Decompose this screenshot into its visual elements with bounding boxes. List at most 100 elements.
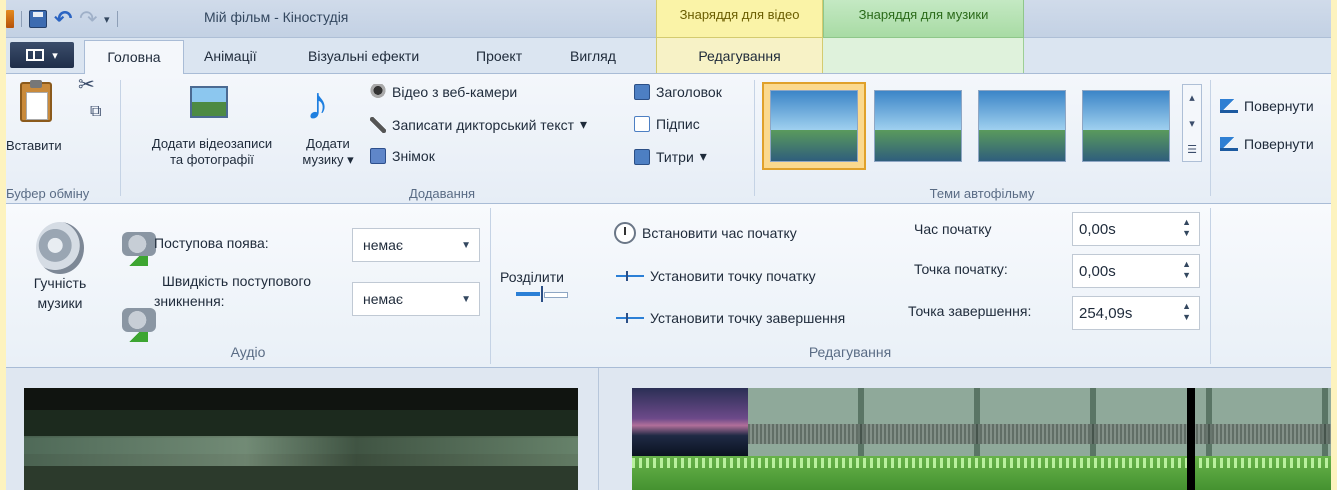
video-tools-context-header: Знаряддя для відео (656, 0, 823, 38)
start-time-field[interactable]: 0,00s ▲ ▼ (1072, 212, 1200, 246)
record-narration-label: Записати дикторський текст (392, 116, 575, 133)
rotate-left-icon (1220, 99, 1238, 113)
window-title: Мій фільм - Кіностудія (204, 9, 349, 25)
title-label: Заголовок (656, 84, 722, 100)
gallery-more-icon[interactable]: ☰ (1183, 137, 1201, 163)
fade-in-value: немає (363, 237, 404, 253)
tab-visual-effects[interactable]: Візуальні ефекти (308, 48, 419, 64)
set-start-point-label: Установити точку початку (650, 268, 816, 284)
caption-label: Підпис (656, 116, 700, 132)
themes-group-label: Теми автофільму (929, 186, 1035, 201)
start-point-field[interactable]: 0,00s ▲ ▼ (1072, 254, 1200, 288)
music-volume-label-1[interactable]: Гучність (22, 276, 98, 291)
scroll-down-icon[interactable]: ▾ (1183, 111, 1201, 137)
rotate-right-icon (1220, 137, 1238, 151)
tab-edit-label: Редагування (698, 48, 781, 64)
chevron-down-icon: ▼ (461, 294, 471, 305)
end-point-value: 254,09s (1079, 305, 1133, 322)
record-narration-button[interactable]: Записати дикторський текст ▾ (370, 116, 587, 133)
video-tools-label: Знаряддя для відео (679, 7, 800, 22)
set-start-time-button[interactable]: Встановити час початку (614, 222, 797, 244)
movie-maker-window: ↶ ↷ ▾ Мій фільм - Кіностудія Знаряддя дл… (6, 0, 1331, 490)
music-tools-context-header: Знаряддя для музики (823, 0, 1024, 38)
redo-icon[interactable]: ↷ (79, 8, 97, 30)
rotate-right-button[interactable]: Повернути (1220, 136, 1314, 152)
work-area (6, 368, 1331, 490)
spinner-arrows-icon[interactable]: ▲ ▼ (1182, 301, 1191, 323)
add-music-label-2[interactable]: музику ▾ (296, 152, 360, 167)
file-menu-icon (26, 49, 45, 61)
add-videos-photos-label-2[interactable]: та фотографії (132, 152, 292, 167)
split-icon[interactable] (516, 286, 568, 302)
caption-button[interactable]: Підпис (634, 116, 700, 132)
quick-access-toolbar: ↶ ↷ ▾ (6, 7, 118, 31)
music-volume-label-2[interactable]: музики (22, 296, 98, 311)
file-menu-button[interactable]: ▾ (10, 42, 74, 68)
themes-gallery-scroller[interactable]: ▴ ▾ ☰ (1182, 84, 1202, 162)
tab-project[interactable]: Проект (476, 48, 522, 64)
theme-thumbnail-cinematic[interactable] (978, 90, 1066, 162)
tab-animations[interactable]: Анімації (204, 48, 257, 64)
fade-out-select[interactable]: немає ▼ (352, 282, 480, 316)
copy-icon[interactable]: ⧉ (90, 104, 101, 120)
add-videos-photos-label-1[interactable]: Додати відеозаписи (132, 136, 292, 151)
clock-icon (614, 222, 636, 244)
pane-divider[interactable] (598, 368, 599, 490)
credits-button[interactable]: Титри ▾ (634, 148, 707, 165)
theme-thumbnail-contemporary[interactable] (874, 90, 962, 162)
music-volume-icon[interactable] (36, 222, 84, 274)
caption-icon (634, 116, 650, 132)
theme-thumbnail-default[interactable] (770, 90, 858, 162)
add-music-label-1[interactable]: Додати (296, 136, 360, 151)
cut-icon[interactable]: ✂ (78, 75, 95, 95)
music-track[interactable] (632, 456, 1331, 490)
title-bar: ↶ ↷ ▾ Мій фільм - Кіностудія Знаряддя дл… (6, 0, 1331, 38)
paste-icon[interactable] (20, 80, 52, 122)
webcam-video-button[interactable]: Відео з веб-камери (370, 84, 517, 100)
end-point-field[interactable]: 254,09s ▲ ▼ (1072, 296, 1200, 330)
undo-icon[interactable]: ↶ (54, 8, 72, 30)
playhead[interactable] (1187, 388, 1195, 490)
end-point-label: Точка завершення: (908, 303, 1032, 319)
snapshot-label: Знімок (392, 148, 435, 164)
snapshot-button[interactable]: Знімок (370, 148, 435, 164)
title-icon (634, 84, 650, 100)
save-icon[interactable] (29, 10, 47, 28)
spinner-arrows-icon[interactable]: ▲ ▼ (1182, 217, 1191, 239)
audio-group-label: Аудіо (230, 344, 266, 360)
paste-button-label[interactable]: Вставити (6, 138, 62, 153)
qat-separator (21, 11, 22, 27)
tab-home[interactable]: Головна (84, 40, 184, 74)
add-videos-photos-icon[interactable] (190, 86, 228, 118)
theme-thumbnail-fade[interactable] (1082, 90, 1170, 162)
snapshot-icon (370, 148, 386, 164)
start-time-value: 0,00s (1079, 221, 1116, 238)
storyboard-timeline[interactable] (632, 388, 1331, 490)
scroll-up-icon[interactable]: ▴ (1183, 85, 1201, 111)
split-button-label[interactable]: Розділити (500, 270, 564, 285)
app-icon[interactable] (6, 10, 14, 28)
spinner-arrows-icon[interactable]: ▲ ▼ (1182, 259, 1191, 281)
qat-separator (116, 11, 118, 27)
video-preview[interactable] (24, 388, 578, 490)
set-start-point-button[interactable]: Установити точку початку (616, 268, 816, 284)
chevron-down-icon: ▼ (461, 240, 471, 251)
video-clip-mountain[interactable] (632, 388, 748, 456)
video-clip-sea[interactable] (748, 388, 1331, 456)
tab-view[interactable]: Вигляд (570, 48, 616, 64)
fade-in-select[interactable]: немає ▼ (352, 228, 480, 262)
rotate-right-label: Повернути (1244, 136, 1314, 152)
group-separator (1210, 80, 1211, 196)
fade-in-icon (120, 232, 156, 266)
qat-customize-icon[interactable]: ▾ (104, 13, 110, 26)
group-separator (490, 208, 491, 364)
tab-edit-video[interactable]: Редагування (656, 38, 823, 73)
set-end-point-button[interactable]: Установити точку завершення (616, 310, 845, 326)
add-music-icon[interactable]: ♪ (306, 80, 329, 126)
rotate-left-button[interactable]: Повернути (1220, 98, 1314, 114)
tab-music-options[interactable] (823, 38, 1024, 73)
title-button[interactable]: Заголовок (634, 84, 722, 100)
fade-out-value: немає (363, 291, 404, 307)
add-group-label: Додавання (408, 186, 476, 201)
chevron-down-icon: ▾ (580, 116, 588, 132)
